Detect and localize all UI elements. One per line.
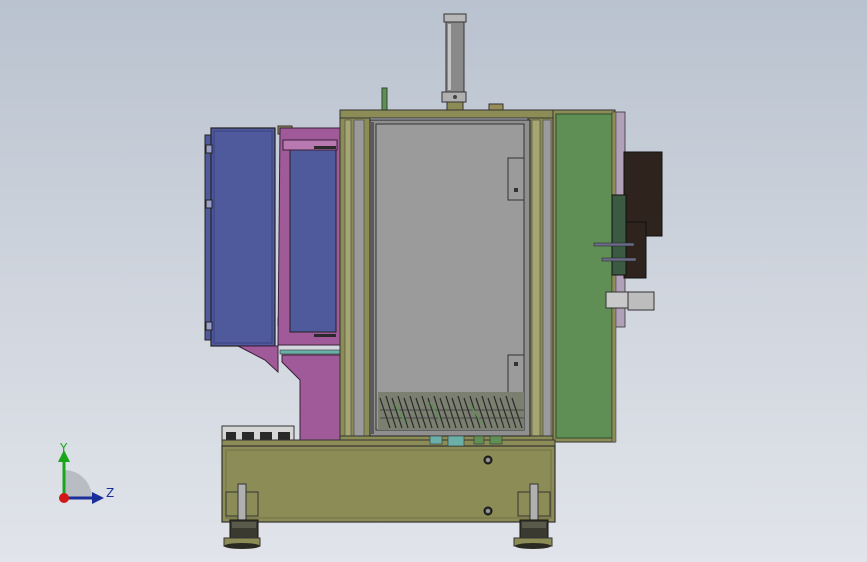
top-green-rod: [381, 87, 388, 113]
top-air-cylinder: [441, 13, 467, 111]
right-foot: [513, 483, 553, 549]
triad-plane-icon: [64, 470, 92, 498]
coordinate-triad: Y Z: [58, 441, 114, 504]
origin-dot-icon: [59, 493, 69, 503]
right-green-door: [552, 109, 626, 443]
base-frame: [221, 425, 556, 523]
cabinet-machine-model[interactable]: [0, 0, 867, 562]
y-axis-label: Y: [59, 441, 68, 455]
z-axis-label: Z: [106, 486, 114, 500]
left-foot: [223, 483, 261, 549]
inner-grey-panel: [369, 119, 531, 437]
cable-bundle: [378, 392, 524, 430]
cad-viewport[interactable]: Y Z: [0, 0, 867, 562]
